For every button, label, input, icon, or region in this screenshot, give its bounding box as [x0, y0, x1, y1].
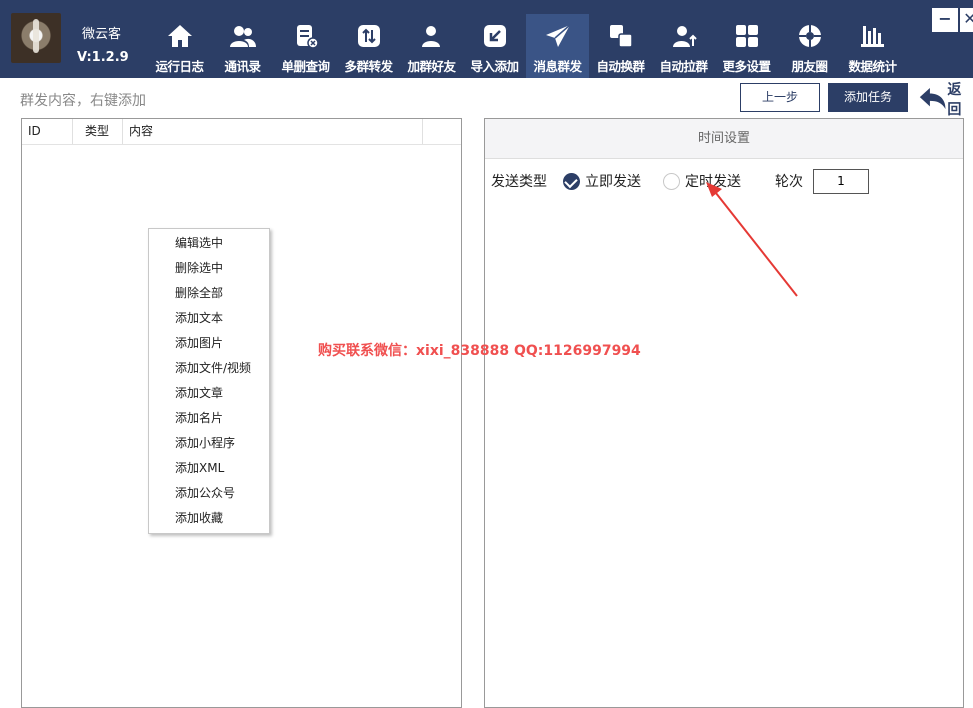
moments-icon: [798, 25, 821, 47]
nav-label: 通讯录: [224, 59, 261, 74]
main-nav: 运行日志 通讯录 单删查询 多群转发 加群好友 导入添加 消息群发 自动换群 自…: [148, 14, 904, 78]
menu-item-delete-all[interactable]: 删除全部: [149, 281, 269, 306]
nav-label: 自动换群: [596, 59, 645, 74]
grid-icon: [735, 25, 758, 47]
send-timed-radio[interactable]: [663, 172, 680, 190]
app-logo: [11, 13, 61, 63]
minimize-button[interactable]: −: [932, 8, 958, 32]
send-now-label: 立即发送: [585, 174, 641, 190]
nav-item-data-stats[interactable]: 数据统计: [841, 14, 904, 78]
bar-chart-icon: [860, 26, 884, 47]
context-menu: 编辑选中 删除选中 删除全部 添加文本 添加图片 添加文件/视频 添加文章 添加…: [148, 228, 270, 534]
nav-item-import-add[interactable]: 导入添加: [463, 14, 526, 78]
content-hint: 群发内容，右键添加: [20, 93, 146, 109]
menu-item-edit-selected[interactable]: 编辑选中: [149, 231, 269, 256]
watermark-text: 购买联系微信：xixi_838888 QQ:1126997994: [318, 343, 641, 359]
menu-item-delete-selected[interactable]: 删除选中: [149, 256, 269, 281]
contacts-icon: [229, 26, 256, 47]
app-name: 微云客: [82, 27, 122, 42]
nav-label: 运行日志: [155, 59, 204, 74]
column-header-id[interactable]: ID: [22, 119, 73, 144]
nav-item-add-group-friends[interactable]: 加群好友: [400, 14, 463, 78]
nav-item-more-settings[interactable]: 更多设置: [715, 14, 778, 78]
nav-item-mass-message[interactable]: 消息群发: [526, 14, 589, 78]
nav-item-run-log[interactable]: 运行日志: [148, 14, 211, 78]
column-header-content[interactable]: 内容: [123, 119, 423, 144]
delete-check-icon: [296, 25, 319, 49]
send-type-label: 发送类型: [491, 174, 547, 190]
back-button[interactable]: 返回: [918, 82, 973, 118]
nav-label: 朋友圈: [791, 59, 828, 74]
nav-item-multi-forward[interactable]: 多群转发: [337, 14, 400, 78]
back-arrow-icon: [919, 88, 946, 110]
prev-step-button[interactable]: 上一步: [740, 83, 820, 112]
time-settings-title: 时间设置: [485, 119, 963, 159]
send-now-option[interactable]: 立即发送: [563, 171, 641, 191]
forward-icon: [357, 25, 380, 47]
menu-item-add-favorite[interactable]: 添加收藏: [149, 506, 269, 531]
nav-label: 自动拉群: [659, 59, 708, 74]
nav-label: 数据统计: [848, 59, 897, 74]
nav-item-single-delete-check[interactable]: 单删查询: [274, 14, 337, 78]
home-icon: [167, 25, 192, 47]
nav-item-auto-pull-group[interactable]: 自动拉群: [652, 14, 715, 78]
add-friend-icon: [421, 26, 444, 47]
nav-label: 多群转发: [344, 59, 393, 74]
back-label: 返回: [947, 82, 962, 118]
menu-item-add-mini-program[interactable]: 添加小程序: [149, 431, 269, 456]
annotation-arrow: [706, 182, 798, 297]
table-header: ID 类型 内容: [22, 119, 461, 145]
nav-label: 导入添加: [470, 59, 519, 74]
nav-item-contacts[interactable]: 通讯录: [211, 14, 274, 78]
menu-item-add-article[interactable]: 添加文章: [149, 381, 269, 406]
nav-label: 加群好友: [407, 59, 456, 74]
app-version: V:1.2.9: [77, 50, 129, 65]
menu-item-add-file-video[interactable]: 添加文件/视频: [149, 356, 269, 381]
column-header-type[interactable]: 类型: [73, 119, 123, 144]
add-task-button[interactable]: 添加任务: [828, 83, 908, 112]
menu-item-add-image[interactable]: 添加图片: [149, 331, 269, 356]
menu-item-add-card[interactable]: 添加名片: [149, 406, 269, 431]
menu-item-add-text[interactable]: 添加文本: [149, 306, 269, 331]
menu-item-add-xml[interactable]: 添加XML: [149, 456, 269, 481]
nav-item-moments[interactable]: 朋友圈: [778, 14, 841, 78]
send-icon: [545, 24, 570, 47]
top-bar: 微云客 V:1.2.9 运行日志 通讯录 单删查询 多群转发 加群好友 导入添加: [0, 0, 973, 78]
nav-label: 消息群发: [533, 59, 582, 74]
nav-label: 更多设置: [722, 59, 771, 74]
send-type-row: 发送类型 立即发送 定时发送 轮次: [491, 168, 869, 194]
send-now-radio[interactable]: [563, 172, 580, 190]
nav-item-auto-switch-group[interactable]: 自动换群: [589, 14, 652, 78]
rounds-input[interactable]: [813, 168, 869, 194]
nav-label: 单删查询: [281, 59, 330, 74]
switch-group-icon: [609, 25, 633, 48]
pull-group-icon: [672, 26, 697, 47]
close-button[interactable]: ✕: [960, 8, 973, 32]
import-icon: [483, 25, 506, 47]
menu-item-add-official-account[interactable]: 添加公众号: [149, 481, 269, 506]
